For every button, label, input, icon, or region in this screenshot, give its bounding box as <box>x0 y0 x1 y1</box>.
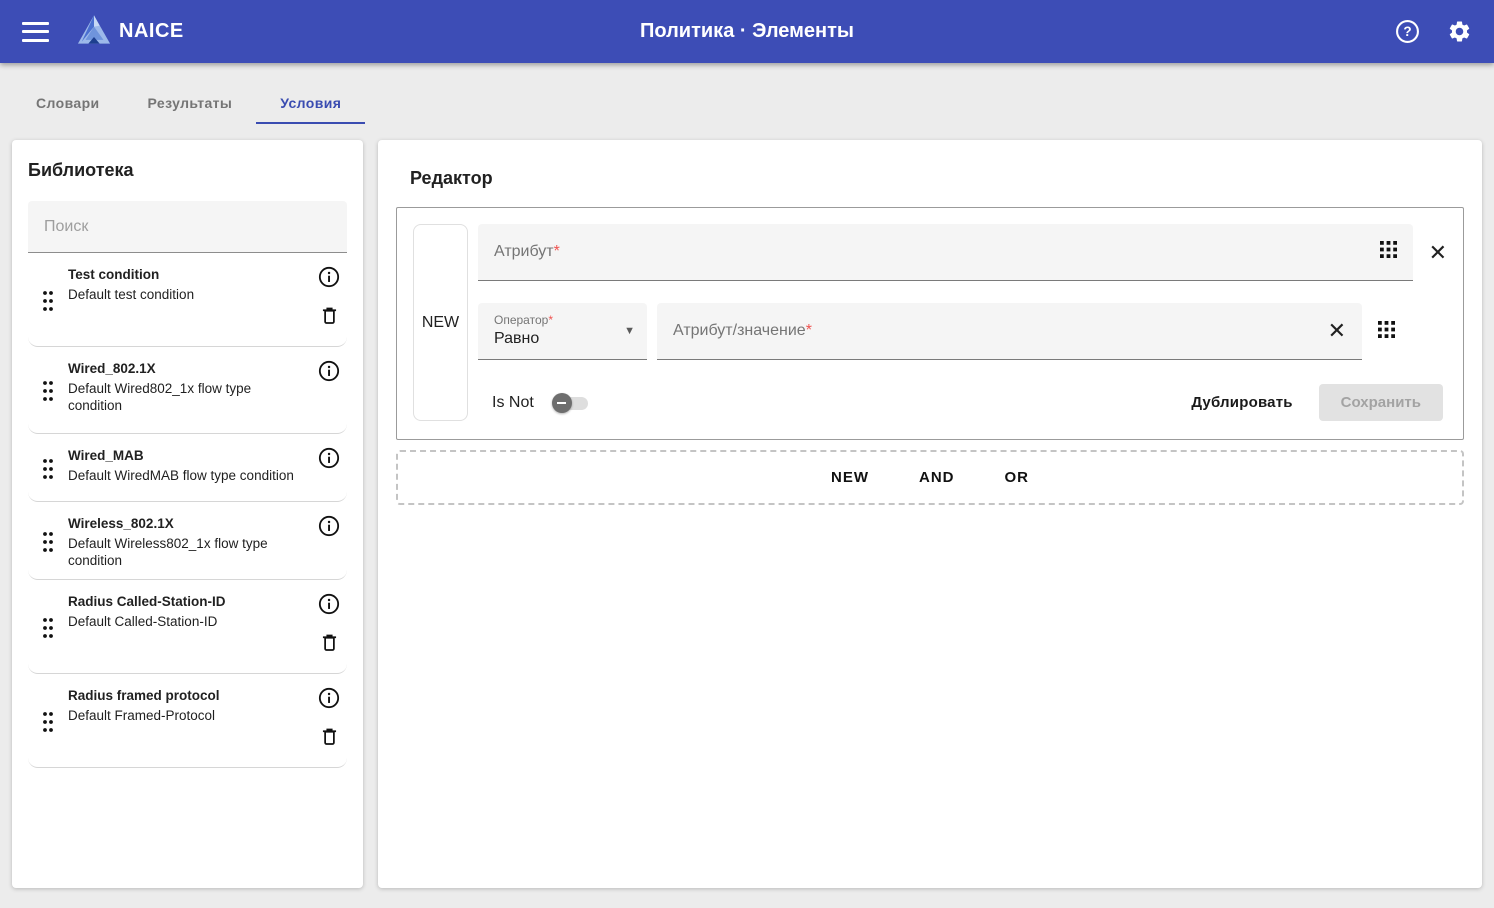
condition-name: Wireless_802.1X <box>68 514 305 533</box>
operator-select[interactable]: Оператор* Равно ▼ <box>478 303 647 360</box>
info-icon[interactable] <box>317 592 341 616</box>
delete-icon[interactable] <box>317 630 341 654</box>
attribute-picker-grid-icon[interactable] <box>1380 241 1397 263</box>
library-panel: Библиотека Test condition Default test c… <box>12 140 363 888</box>
list-item[interactable]: Radius Called-Station-ID Default Called-… <box>28 580 347 674</box>
list-item[interactable]: Radius framed protocol Default Framed-Pr… <box>28 674 347 768</box>
clear-value-icon[interactable]: ✕ <box>1328 320 1346 342</box>
drag-handle-icon[interactable] <box>28 446 68 491</box>
logo-triangle-icon <box>77 14 111 50</box>
delete-icon[interactable] <box>317 724 341 748</box>
list-item[interactable]: Wired_MAB Default WiredMAB flow type con… <box>28 434 347 502</box>
list-item[interactable]: Wireless_802.1X Default Wireless802_1x f… <box>28 502 347 580</box>
editor-panel: Редактор NEW Атрибут* ✕ <box>378 140 1482 888</box>
operator-label: Оператор* <box>494 313 624 328</box>
tab-results[interactable]: Результаты <box>124 82 257 124</box>
operator-value: Равно <box>494 328 624 349</box>
condition-description: Default Wired802_1x flow type condition <box>68 380 305 414</box>
drag-handle-icon[interactable] <box>28 686 68 757</box>
info-icon[interactable] <box>317 265 341 289</box>
delete-icon[interactable] <box>317 303 341 327</box>
settings-gear-icon[interactable] <box>1446 19 1472 45</box>
info-icon[interactable] <box>317 359 341 383</box>
condition-name: Wired_MAB <box>68 446 305 465</box>
chevron-down-icon: ▼ <box>624 325 635 337</box>
app-bar: NAICE Политика · Элементы ? <box>0 0 1494 63</box>
condition-description: Default Called-Station-ID <box>68 613 305 630</box>
page-title: Политика · Элементы <box>0 20 1494 43</box>
condition-description: Default Framed-Protocol <box>68 707 305 724</box>
and-button[interactable]: AND <box>909 463 965 492</box>
search-input[interactable] <box>28 201 347 253</box>
condition-card: NEW Атрибут* ✕ <box>396 207 1464 440</box>
condition-name: Test condition <box>68 265 305 284</box>
info-icon[interactable] <box>317 514 341 538</box>
brand: NAICE <box>77 14 184 50</box>
info-icon[interactable] <box>317 686 341 710</box>
list-item[interactable]: Wired_802.1X Default Wired802_1x flow ty… <box>28 347 347 434</box>
add-condition-dropzone[interactable]: NEW AND OR <box>396 450 1464 505</box>
svg-text:?: ? <box>1403 24 1411 39</box>
condition-name: Radius Called-Station-ID <box>68 592 305 611</box>
condition-description: Default test condition <box>68 286 305 303</box>
value-field[interactable]: Атрибут/значение* ✕ <box>657 303 1362 360</box>
drag-handle-icon[interactable] <box>28 359 68 423</box>
condition-description: Default Wireless802_1x flow type conditi… <box>68 535 305 569</box>
or-button[interactable]: OR <box>995 463 1040 492</box>
tab-bar: Словари Результаты Условия <box>0 63 1494 124</box>
value-picker-grid-icon[interactable] <box>1378 321 1395 343</box>
help-icon[interactable]: ? <box>1394 19 1420 45</box>
info-icon[interactable] <box>317 446 341 470</box>
drag-handle-icon[interactable] <box>28 592 68 663</box>
condition-description: Default WiredMAB flow type condition <box>68 467 305 484</box>
attribute-field[interactable]: Атрибут* <box>478 224 1413 281</box>
library-list: Test condition Default test condition <box>28 253 347 768</box>
library-title: Библиотека <box>12 140 363 195</box>
condition-status-badge: NEW <box>413 224 468 421</box>
brand-name: NAICE <box>119 20 184 43</box>
editor-title: Редактор <box>378 140 1482 207</box>
new-button[interactable]: NEW <box>821 463 879 492</box>
is-not-toggle[interactable] <box>552 393 588 413</box>
tab-dictionaries[interactable]: Словари <box>12 82 124 124</box>
save-button[interactable]: Сохранить <box>1319 384 1443 421</box>
condition-name: Radius framed protocol <box>68 686 305 705</box>
remove-condition-icon[interactable]: ✕ <box>1429 242 1447 264</box>
drag-handle-icon[interactable] <box>28 265 68 336</box>
drag-handle-icon[interactable] <box>28 514 68 569</box>
tab-conditions[interactable]: Условия <box>256 82 365 124</box>
list-item[interactable]: Test condition Default test condition <box>28 253 347 347</box>
is-not-label: Is Not <box>492 394 534 412</box>
menu-icon[interactable] <box>22 22 49 42</box>
condition-name: Wired_802.1X <box>68 359 305 378</box>
duplicate-button[interactable]: Дублировать <box>1191 394 1292 411</box>
